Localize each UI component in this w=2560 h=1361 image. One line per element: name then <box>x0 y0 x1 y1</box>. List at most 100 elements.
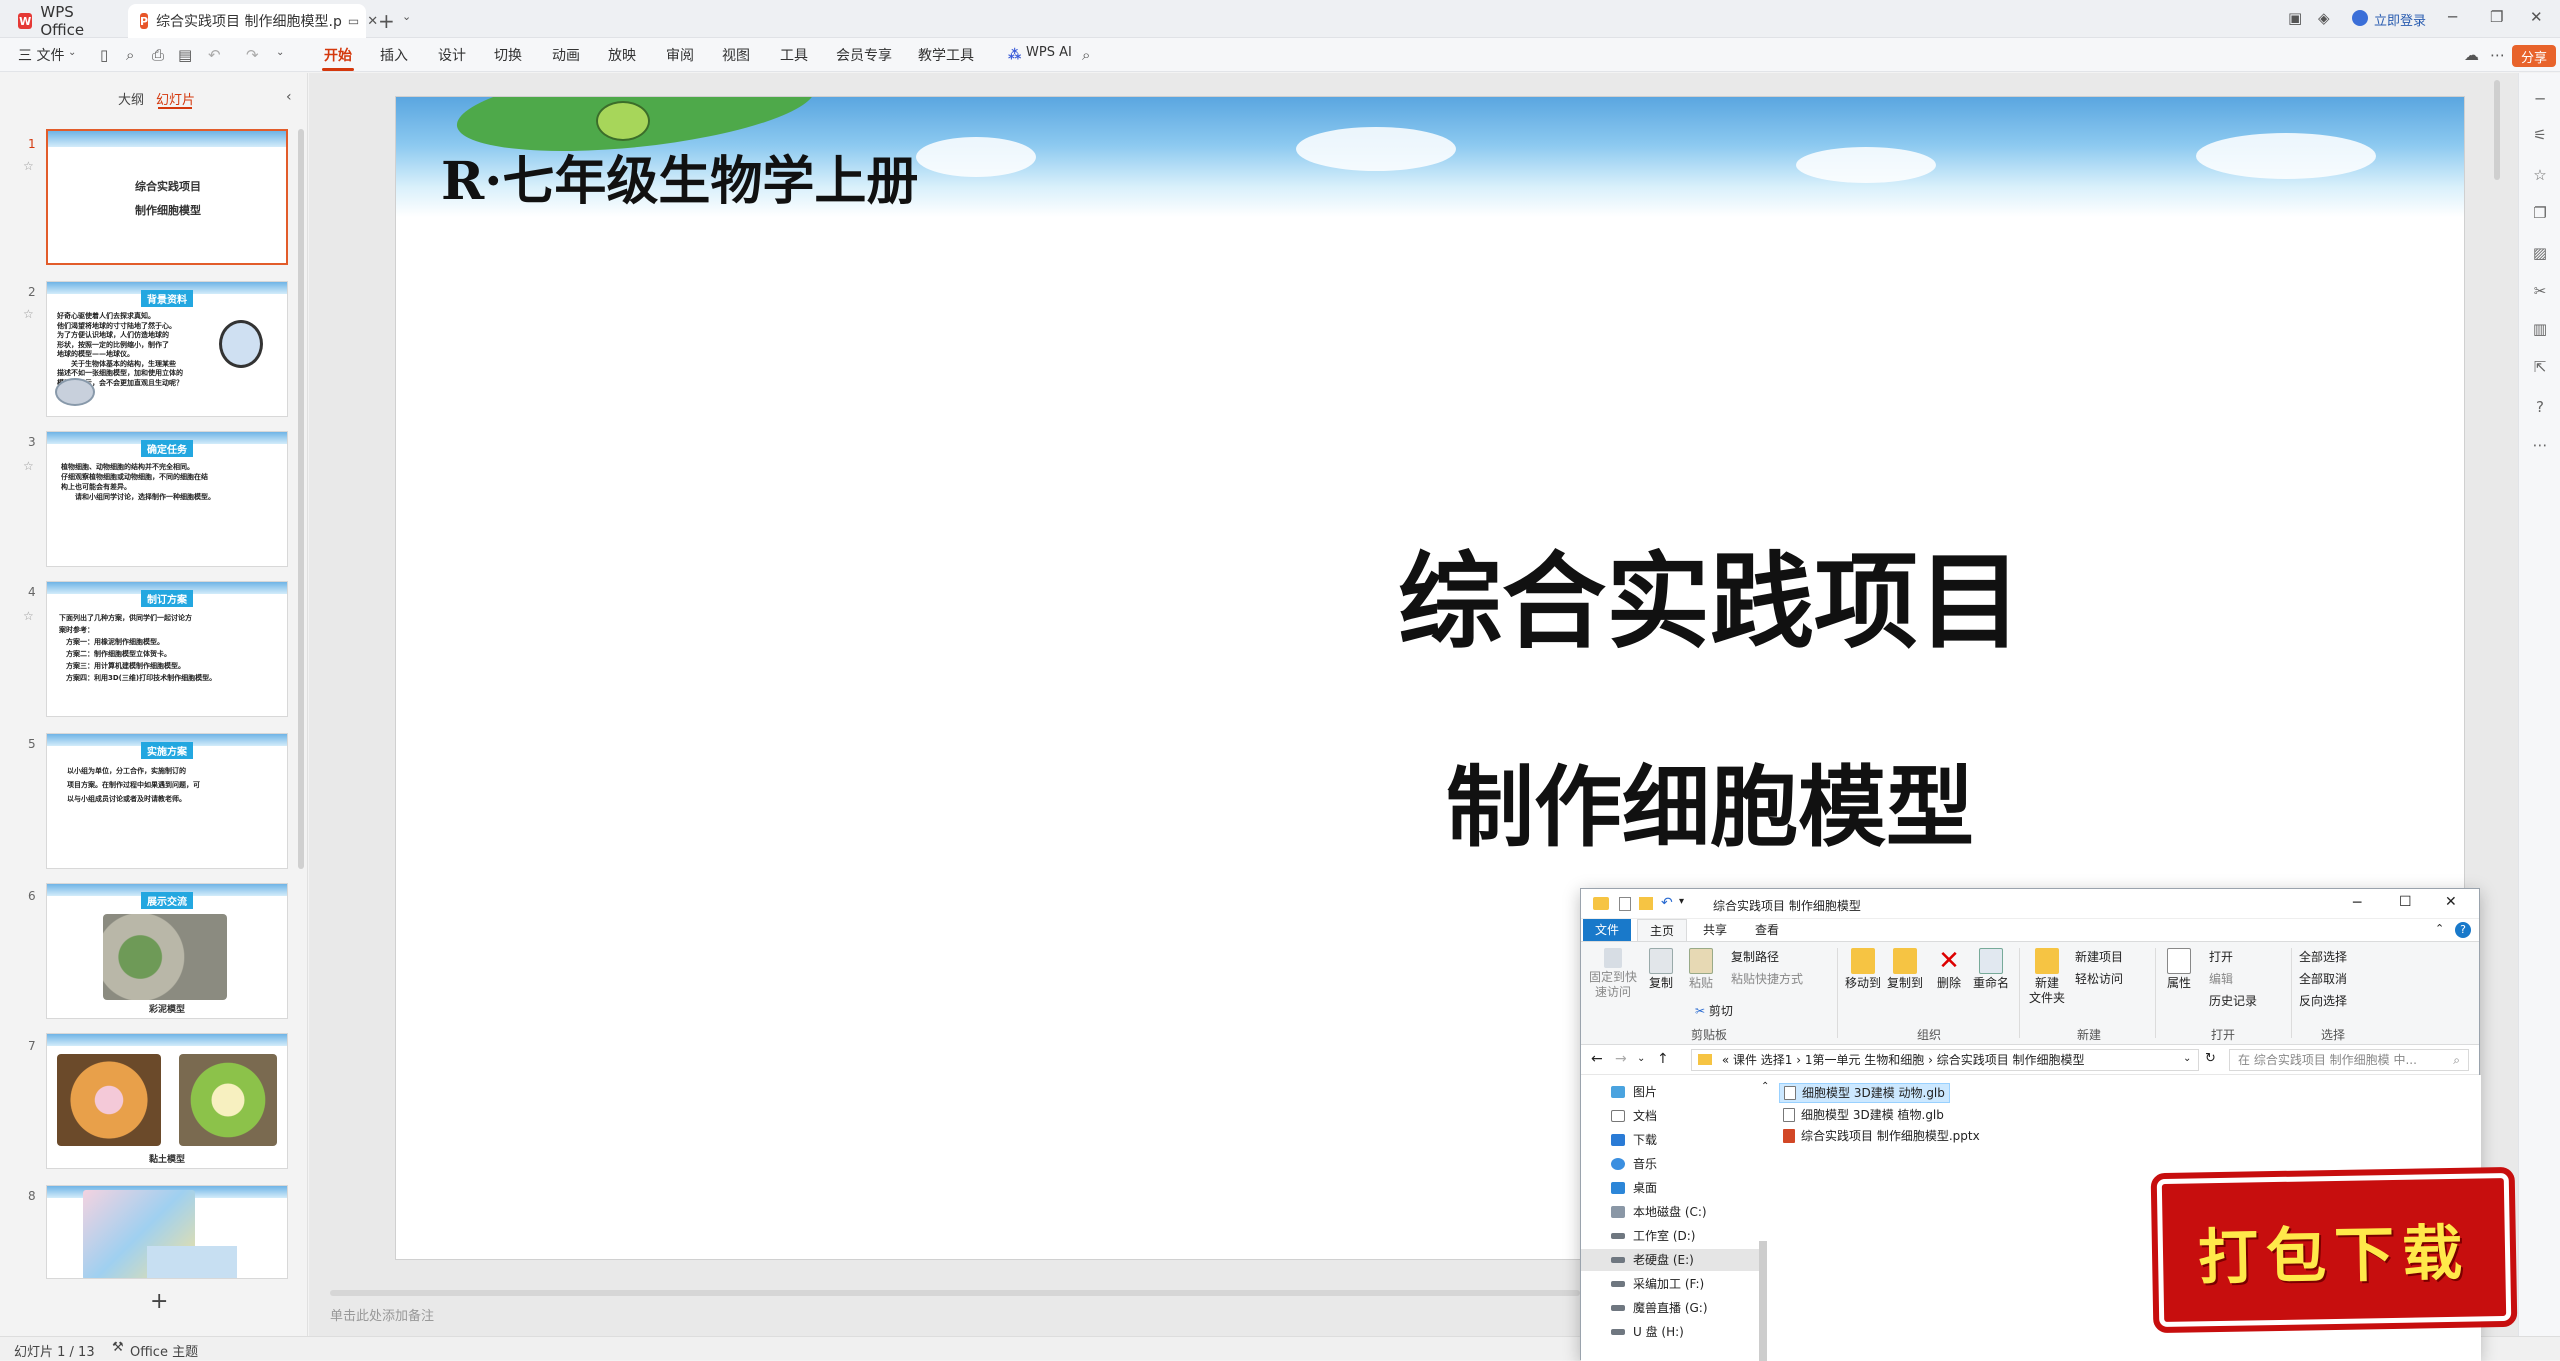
move-to-button[interactable]: 移动到 <box>1843 948 1883 991</box>
share-button[interactable]: 分享 <box>2512 45 2556 67</box>
more-icon[interactable]: ⋯ <box>2530 435 2550 455</box>
close-tab-icon[interactable]: ✕ <box>367 14 378 29</box>
menu-view[interactable]: 视图 <box>722 45 750 65</box>
help-icon[interactable]: ? <box>2455 922 2471 938</box>
document-tab[interactable]: P 综合实践项目 制作细胞模型.p ▭ ✕ <box>128 4 378 38</box>
favorite-star-icon[interactable]: ☆ <box>23 609 34 623</box>
nav-item-drive-d[interactable]: 工作室 (D:) <box>1611 1225 1761 1247</box>
nav-item-drive-f[interactable]: 采编加工 (F:) <box>1611 1273 1761 1295</box>
menu-tools[interactable]: 工具 <box>780 45 808 65</box>
menu-design[interactable]: 设计 <box>438 45 466 65</box>
undo-quick-icon[interactable]: ↶ <box>1661 895 1673 911</box>
explorer-maximize-icon[interactable]: ☐ <box>2399 894 2412 910</box>
menu-insert[interactable]: 插入 <box>380 45 408 65</box>
select-none-button[interactable]: 全部取消 <box>2299 972 2347 987</box>
theme-name[interactable]: Office 主题 <box>130 1341 198 1360</box>
wps-ai-icon[interactable]: ⁂ <box>1008 48 1021 63</box>
grade-title[interactable]: R·七年级生物学上册 <box>441 139 918 214</box>
refresh-icon[interactable]: ↻ <box>2205 1051 2216 1066</box>
menu-animation[interactable]: 动画 <box>552 45 580 65</box>
ribbon-tab-file[interactable]: 文件 <box>1583 919 1632 941</box>
tools-icon[interactable]: ✂ <box>2530 281 2550 301</box>
share-out-icon[interactable]: ⇱ <box>2530 357 2550 377</box>
forward-icon[interactable]: → <box>1615 1051 1627 1067</box>
collapse-icon[interactable]: ─ <box>2530 89 2550 109</box>
ribbon-tab-share[interactable]: 共享 <box>1691 919 1739 941</box>
book-icon[interactable]: ▥ <box>2530 319 2550 339</box>
add-slide-button[interactable]: + <box>150 1289 168 1314</box>
slide-thumbnail-7[interactable]: 黏土模型 <box>46 1033 288 1169</box>
menu-transition[interactable]: 切换 <box>494 45 522 65</box>
image-icon[interactable]: ▨ <box>2530 243 2550 263</box>
menu-review[interactable]: 审阅 <box>666 45 694 65</box>
nav-item-desktop[interactable]: 桌面 <box>1611 1177 1761 1199</box>
edit-button[interactable]: 编辑 <box>2209 972 2233 987</box>
tab-list-chevron-icon[interactable]: ⌄ <box>402 10 411 23</box>
file-item[interactable]: 细胞模型 3D建模 植物.glb <box>1779 1105 1948 1125</box>
nav-item-drive-g[interactable]: 魔兽直播 (G:) <box>1611 1297 1761 1319</box>
nav-item-pictures[interactable]: 图片 <box>1611 1081 1761 1103</box>
up-icon[interactable]: ↑ <box>1657 1051 1669 1067</box>
wps-home-tab[interactable]: W WPS Office <box>6 3 126 39</box>
explorer-minimize-icon[interactable]: ─ <box>2353 895 2361 911</box>
nav-item-drive-c[interactable]: 本地磁盘 (C:) <box>1611 1201 1761 1223</box>
ribbon-tab-view[interactable]: 查看 <box>1743 919 1791 941</box>
slide-thumbnail-1[interactable]: 综合实践项目 制作细胞模型 <box>46 129 288 265</box>
ribbon-tab-home[interactable]: 主页 <box>1637 919 1688 941</box>
notes-placeholder[interactable]: 单击此处添加备注 <box>330 1305 434 1324</box>
tab-outline[interactable]: 大纲 <box>118 89 144 108</box>
menu-teaching-tools[interactable]: 教学工具 <box>918 45 974 65</box>
back-icon[interactable]: ← <box>1591 1051 1603 1067</box>
paste-shortcut-button[interactable]: 粘贴快捷方式 <box>1731 972 1803 987</box>
more-chevron-icon[interactable]: ⌄ <box>276 47 284 58</box>
favorite-star-icon[interactable]: ☆ <box>23 159 34 173</box>
nav-item-drive-e[interactable]: 老硬盘 (E:) <box>1581 1249 1759 1271</box>
rename-button[interactable]: 重命名 <box>1971 948 2011 991</box>
tab-slides[interactable]: 幻灯片 <box>156 89 195 108</box>
select-all-button[interactable]: 全部选择 <box>2299 950 2347 965</box>
copy-path-button[interactable]: 复制路径 <box>1731 950 1779 965</box>
nav-scroll-up-icon[interactable]: ⌃ <box>1761 1081 1769 1092</box>
properties-button[interactable]: 属性 <box>2161 948 2197 991</box>
minimize-icon[interactable]: ─ <box>2448 8 2457 26</box>
new-item-button[interactable]: 新建项目 <box>2075 950 2123 965</box>
redo-icon[interactable]: ↷ <box>246 46 259 64</box>
print-icon[interactable]: ⎙ <box>152 46 164 64</box>
file-menu-chevron-icon[interactable]: ⌄ <box>68 47 76 58</box>
user-avatar-icon[interactable] <box>2352 10 2368 26</box>
new-folder-quick-icon[interactable] <box>1639 897 1653 910</box>
copy-icon[interactable]: ❐ <box>2530 203 2550 223</box>
vertical-scrollbar[interactable] <box>2494 80 2500 180</box>
star-shape-icon[interactable]: ☆ <box>2530 165 2550 185</box>
slide-thumbnail-6[interactable]: 展示交流 彩泥模型 <box>46 883 288 1019</box>
cloud-icon[interactable]: ☁ <box>2464 46 2479 64</box>
properties-quick-icon[interactable] <box>1619 897 1631 911</box>
favorite-star-icon[interactable]: ☆ <box>23 307 34 321</box>
monitor-icon[interactable]: ▭ <box>348 14 359 28</box>
cut-button[interactable]: ✂ 剪切 <box>1695 1004 1733 1019</box>
file-menu[interactable]: 三 文件 <box>18 45 64 65</box>
address-dropdown-icon[interactable]: ⌄ <box>2183 1053 2191 1064</box>
easy-access-button[interactable]: 轻松访问 <box>2075 972 2123 987</box>
pin-quick-access-button[interactable]: 固定到快 速访问 <box>1587 948 1639 1000</box>
help-icon[interactable]: ? <box>2530 397 2550 417</box>
cube-icon[interactable]: ◈ <box>2318 9 2330 27</box>
file-item[interactable]: 综合实践项目 制作细胞模型.pptx <box>1779 1126 1984 1146</box>
sliders-icon[interactable]: ⚟ <box>2530 125 2550 145</box>
main-title[interactable]: 综合实践项目 <box>396 517 2464 668</box>
address-bar[interactable]: « 课件 选择1 › 1第一单元 生物和细胞 › 综合实践项目 制作细胞模型 <box>1691 1049 2199 1071</box>
slide-thumbnail-5[interactable]: 实施方案 以小组为单位，分工合作，实施制订的 项目方案。在制作过程中如果遇到问题… <box>46 733 288 869</box>
slide-thumbnail-3[interactable]: 确定任务 植物细胞、动物细胞的结构并不完全相同。 仔细观察植物细胞或动物细胞，不… <box>46 431 288 567</box>
login-link[interactable]: 立即登录 <box>2374 10 2426 29</box>
print-preview-icon[interactable]: ▤ <box>178 46 192 64</box>
quick-access-chevron-icon[interactable]: ▾ <box>1679 896 1684 907</box>
history-button[interactable]: 历史记录 <box>2209 994 2257 1009</box>
delete-button[interactable]: ✕ 删除 <box>1931 948 1967 991</box>
file-item[interactable]: 细胞模型 3D建模 动物.glb <box>1779 1083 1950 1103</box>
recent-chevron-icon[interactable]: ⌄ <box>1637 1053 1645 1064</box>
window-layout-icon[interactable]: ▣ <box>2288 9 2302 27</box>
menu-member[interactable]: 会员专享 <box>836 45 892 65</box>
copy-to-button[interactable]: 复制到 <box>1885 948 1925 991</box>
more-icon[interactable]: ⋯ <box>2490 46 2505 64</box>
nav-item-music[interactable]: 音乐 <box>1611 1153 1761 1175</box>
